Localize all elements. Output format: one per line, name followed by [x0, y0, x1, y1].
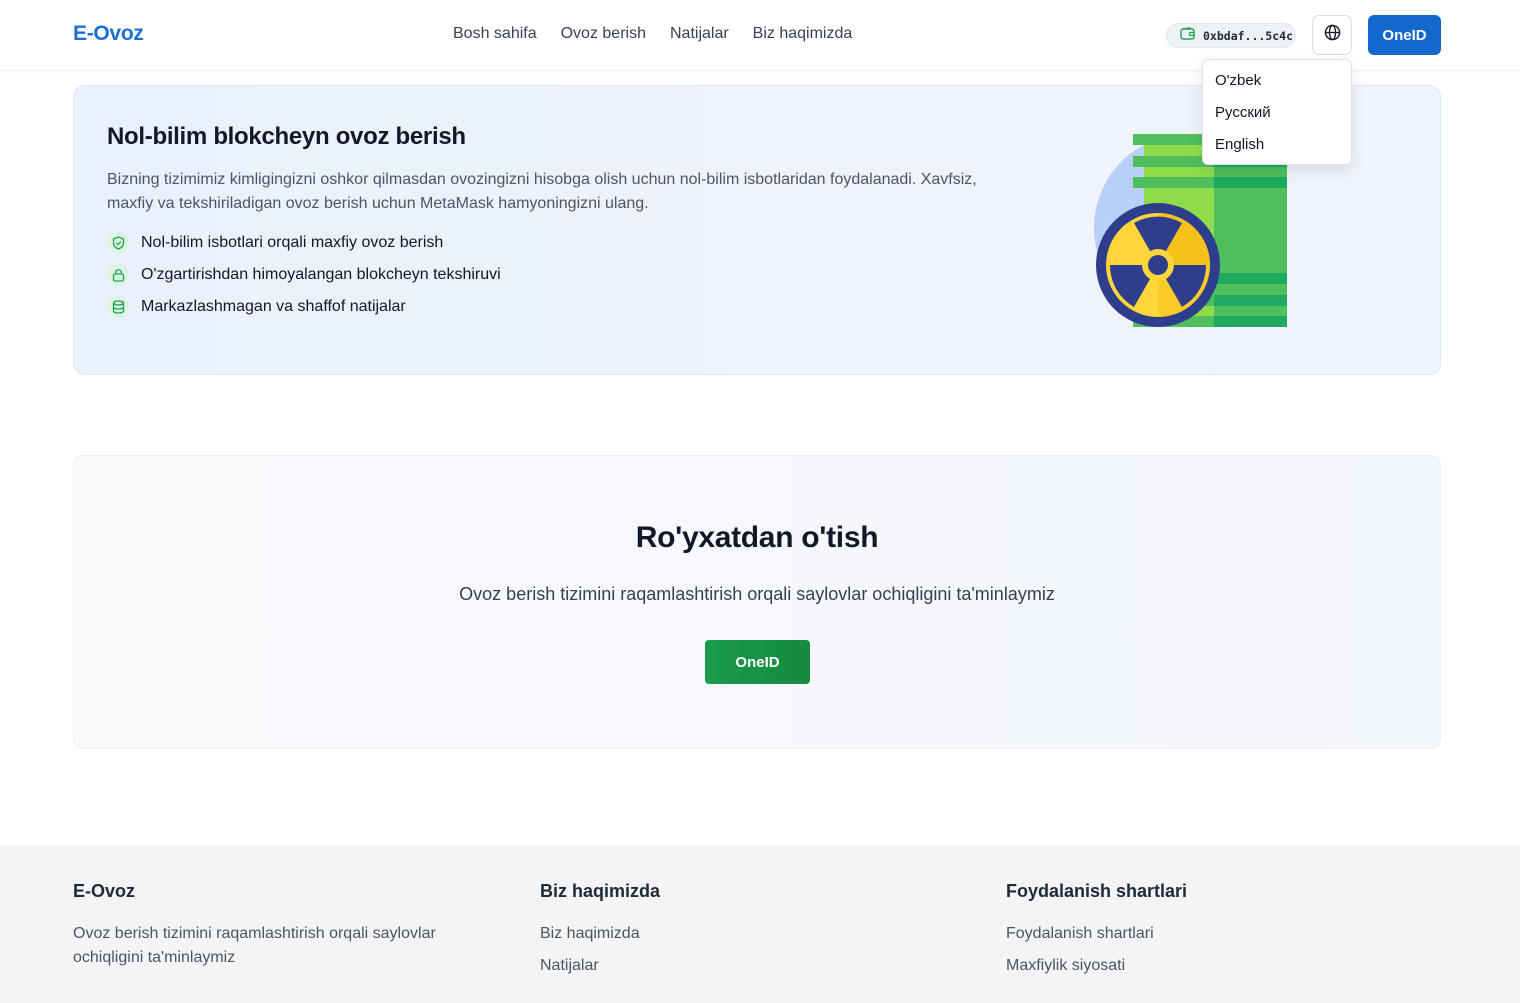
register-subtitle: Ovoz berish tizimini raqamlashtirish orq…: [459, 584, 1055, 604]
feature-item: Markazlashmagan va shaffof natijalar: [107, 296, 406, 318]
feature-text: Nol-bilim isbotlari orqali maxfiy ovoz b…: [141, 234, 444, 251]
language-button[interactable]: [1312, 15, 1352, 55]
oneid-login-button[interactable]: OneID: [1368, 15, 1441, 55]
nav-vote[interactable]: Ovoz berish: [561, 25, 646, 43]
main-nav: Bosh sahifa Ovoz berish Natijalar Biz ha…: [453, 25, 852, 43]
wallet-icon: [1180, 26, 1195, 45]
footer-link-about[interactable]: Biz haqimizda: [540, 922, 660, 946]
feature-item: O'zgartirishdan himoyalangan blokcheyn t…: [107, 264, 501, 286]
footer-brand-description: Ovoz berish tizimini raqamlashtirish orq…: [73, 925, 436, 966]
database-icon: [107, 296, 129, 318]
oneid-register-button[interactable]: OneID: [705, 640, 810, 684]
feature-item: Nol-bilim isbotlari orqali maxfiy ovoz b…: [107, 232, 443, 254]
register-card: Ro'yxatdan o'tish Ovoz berish tizimini r…: [73, 455, 1441, 749]
footer-link-privacy[interactable]: Maxfiylik siyosati: [1006, 954, 1187, 978]
language-option-english[interactable]: English: [1203, 134, 1351, 166]
feature-text: O'zgartirishdan himoyalangan blokcheyn t…: [141, 266, 501, 283]
language-dropdown: O'zbek Русский English: [1202, 59, 1352, 165]
nav-about[interactable]: Biz haqimizda: [753, 25, 853, 43]
logo[interactable]: E-Ovoz: [73, 22, 144, 46]
feature-text: Markazlashmagan va shaffof natijalar: [141, 298, 406, 315]
language-option-russian[interactable]: Русский: [1203, 102, 1351, 134]
footer-brand-title: E-Ovoz: [73, 881, 136, 901]
footer-terms-title: Foydalanish shartlari: [1006, 881, 1188, 901]
site-footer: E-Ovoz Ovoz berish tizimini raqamlashtir…: [0, 845, 1520, 1003]
footer-terms-column: Foydalanish shartlari Foydalanish shartl…: [1006, 881, 1187, 986]
footer-link-results[interactable]: Natijalar: [540, 954, 660, 978]
footer-about-title: Biz haqimizda: [540, 881, 661, 901]
shield-check-icon: [107, 232, 129, 254]
lock-icon: [107, 264, 129, 286]
hero-title: Nol-bilim blokcheyn ovoz berish: [107, 123, 466, 150]
globe-icon: [1324, 24, 1341, 46]
footer-link-terms[interactable]: Foydalanish shartlari: [1006, 922, 1187, 946]
nav-home[interactable]: Bosh sahifa: [453, 25, 537, 43]
nav-results[interactable]: Natijalar: [670, 25, 729, 43]
wallet-address: 0xbdaf...5c4c: [1203, 28, 1294, 43]
hero-description: Bizning tizimimiz kimligingizni oshkor q…: [107, 171, 977, 212]
footer-about-column: Biz haqimizda Biz haqimizda Natijalar: [540, 881, 660, 986]
language-option-uzbek[interactable]: O'zbek: [1203, 70, 1351, 102]
footer-brand-column: E-Ovoz Ovoz berish tizimini raqamlashtir…: [73, 881, 473, 970]
register-title: Ro'yxatdan o'tish: [635, 521, 879, 554]
wallet-badge[interactable]: 0xbdaf...5c4c: [1166, 23, 1296, 48]
